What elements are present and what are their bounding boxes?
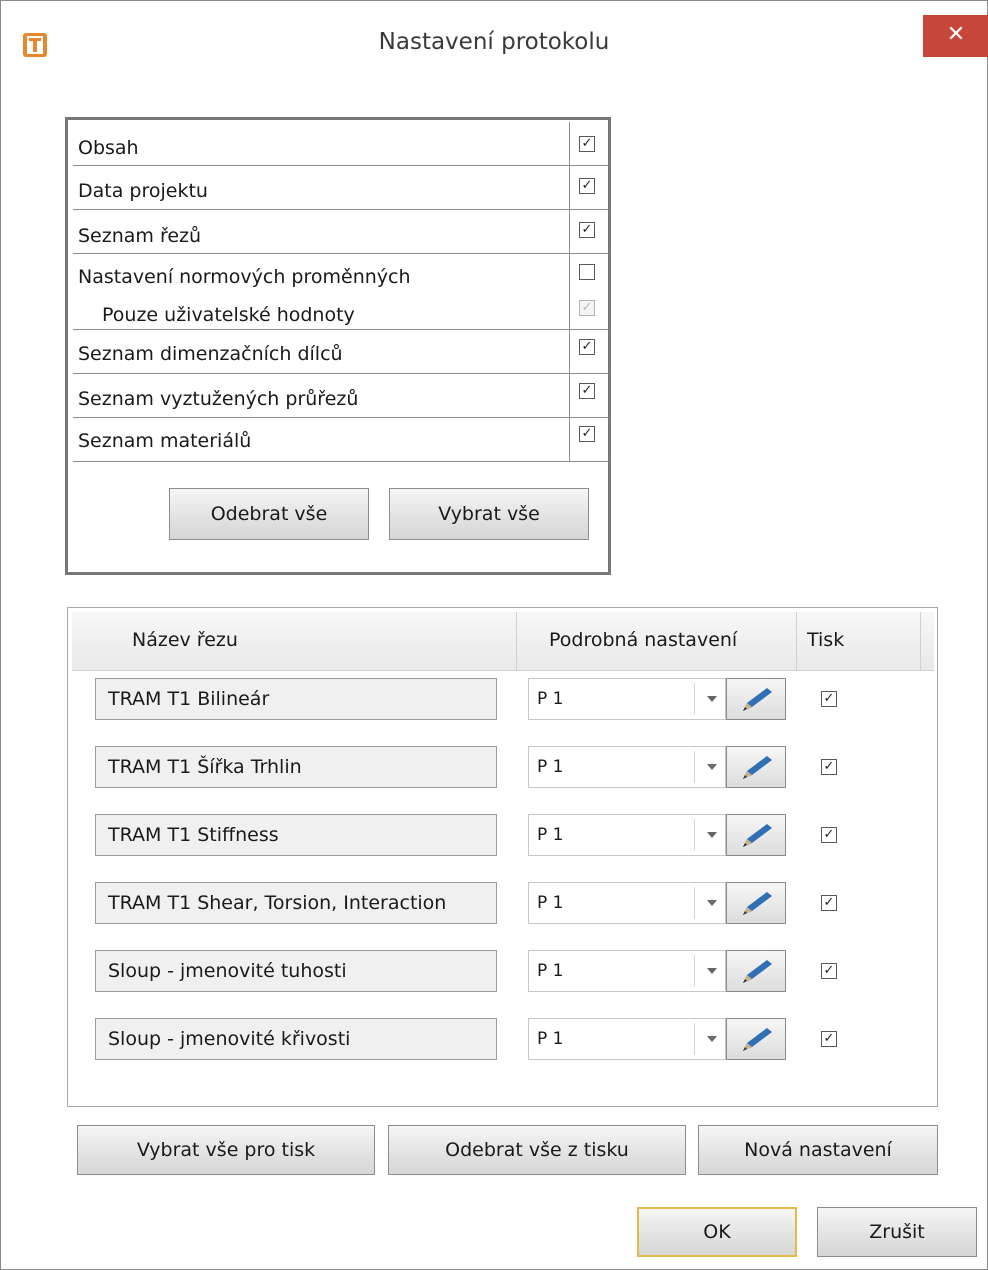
close-button[interactable]: ✕ (923, 15, 988, 57)
new-settings-button[interactable]: Nová nastavení (698, 1125, 938, 1175)
title-bar: Nastavení protokolu ✕ (1, 1, 988, 89)
remove-all-from-print-button[interactable]: Odebrat vše z tisku (388, 1125, 686, 1175)
setting-value: P 1 (537, 961, 564, 981)
section-row: Obsah ✓ (73, 122, 609, 166)
edit-setting-button[interactable] (726, 1018, 786, 1060)
pencil-icon (743, 688, 772, 711)
section-name-field: TRAM T1 Stiffness (95, 814, 497, 856)
section-name-field: TRAM T1 Shear, Torsion, Interaction (95, 882, 497, 924)
setting-value: P 1 (537, 825, 564, 845)
section-row: Data projektu ✓ (73, 166, 609, 210)
select-all-button[interactable]: Vybrat vše (389, 488, 589, 540)
dialog-title: Nastavení protokolu (378, 29, 610, 55)
header-detail: Podrobná nastavení (549, 629, 738, 651)
section-row: Seznam materiálů ✓ (73, 418, 609, 462)
section-name-field: Sloup - jmenovité křivosti (95, 1018, 497, 1060)
edit-setting-button[interactable] (726, 882, 786, 924)
section-name-field: TRAM T1 Bilineár (95, 678, 497, 720)
header-name: Název řezu (132, 629, 238, 651)
section-label: Seznam vyztužených průřezů (78, 388, 359, 410)
report-sections-panel: Obsah ✓ Data projektu ✓ Seznam řezů ✓ Na… (65, 117, 611, 575)
print-checkbox[interactable]: ✓ (821, 963, 837, 979)
print-checkbox[interactable]: ✓ (821, 895, 837, 911)
pencil-icon (743, 1028, 772, 1051)
setting-value: P 1 (537, 689, 564, 709)
print-checkbox[interactable]: ✓ (821, 1031, 837, 1047)
header-print: Tisk (807, 629, 845, 651)
edit-setting-button[interactable] (726, 746, 786, 788)
print-checkbox[interactable]: ✓ (821, 759, 837, 775)
ok-button[interactable]: OK (637, 1207, 797, 1257)
section-row: Seznam řezů ✓ (73, 210, 609, 254)
section-checkbox-uzivatelske-hodnoty: ✓ (579, 300, 595, 316)
section-checkbox-data-projektu[interactable]: ✓ (579, 178, 595, 194)
section-checkbox-dimenzacni-dilce[interactable]: ✓ (579, 339, 595, 355)
setting-dropdown[interactable]: P 1 (528, 1018, 726, 1060)
setting-dropdown[interactable]: P 1 (528, 746, 726, 788)
section-label: Seznam materiálů (78, 430, 252, 452)
edit-setting-button[interactable] (726, 814, 786, 856)
pencil-icon (743, 756, 772, 779)
section-row: Nastavení normových proměnných Pouze uži… (73, 254, 609, 330)
section-checkbox-seznam-rezu[interactable]: ✓ (579, 222, 595, 238)
setting-dropdown[interactable]: P 1 (528, 678, 726, 720)
setting-value: P 1 (537, 1029, 564, 1049)
print-checkbox[interactable]: ✓ (821, 827, 837, 843)
pencil-icon (743, 824, 772, 847)
select-all-for-print-button[interactable]: Vybrat vše pro tisk (77, 1125, 375, 1175)
chevron-down-icon (707, 832, 717, 838)
section-sublabel: Pouze uživatelské hodnoty (102, 304, 355, 326)
dialog-window: Nastavení protokolu ✕ Obsah ✓ Data proje… (0, 0, 988, 1270)
section-label: Seznam dimenzačních dílců (78, 343, 343, 365)
table-header: Název řezu Podrobná nastavení Tisk (72, 612, 934, 671)
edit-setting-button[interactable] (726, 678, 786, 720)
chevron-down-icon (707, 1036, 717, 1042)
section-name-field: TRAM T1 Šířka Trhlin (95, 746, 497, 788)
setting-dropdown[interactable]: P 1 (528, 882, 726, 924)
section-label: Data projektu (78, 180, 208, 202)
section-label: Nastavení normových proměnných (78, 266, 411, 288)
sections-table: Název řezu Podrobná nastavení Tisk TRAM … (67, 607, 938, 1107)
section-name-field: Sloup - jmenovité tuhosti (95, 950, 497, 992)
chevron-down-icon (707, 900, 717, 906)
section-checkbox-normove-promenne[interactable] (579, 264, 595, 280)
print-checkbox[interactable]: ✓ (821, 691, 837, 707)
chevron-down-icon (707, 764, 717, 770)
section-checkbox-materialy[interactable]: ✓ (579, 426, 595, 442)
section-checkbox-obsah[interactable]: ✓ (579, 136, 595, 152)
edit-setting-button[interactable] (726, 950, 786, 992)
pencil-icon (743, 892, 772, 915)
section-row: Seznam dimenzačních dílců ✓ (73, 330, 609, 374)
cancel-button[interactable]: Zrušit (817, 1207, 977, 1257)
setting-value: P 1 (537, 893, 564, 913)
section-checkbox-vyztuzene-prurezy[interactable]: ✓ (579, 383, 595, 399)
section-label: Seznam řezů (78, 225, 202, 247)
setting-dropdown[interactable]: P 1 (528, 950, 726, 992)
setting-value: P 1 (537, 757, 564, 777)
remove-all-button[interactable]: Odebrat vše (169, 488, 369, 540)
pencil-icon (743, 960, 772, 983)
setting-dropdown[interactable]: P 1 (528, 814, 726, 856)
section-row: Seznam vyztužených průřezů ✓ (73, 374, 609, 418)
section-label: Obsah (78, 137, 139, 159)
chevron-down-icon (707, 696, 717, 702)
chevron-down-icon (707, 968, 717, 974)
